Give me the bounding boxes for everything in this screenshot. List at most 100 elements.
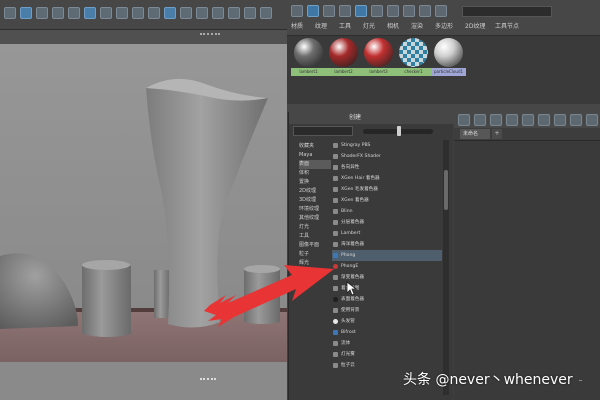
node-list-item[interactable]: 流体 xyxy=(332,338,442,349)
category-item[interactable]: 其他纹理 xyxy=(299,214,331,223)
list-view-icon[interactable] xyxy=(419,5,431,17)
graph-icon[interactable] xyxy=(291,5,303,17)
node-list-item[interactable]: ShaderFX Shader xyxy=(332,151,442,162)
category-item[interactable]: Maya xyxy=(299,151,331,160)
node-list-item[interactable]: 各向异性 xyxy=(332,162,442,173)
cylinder-object[interactable] xyxy=(82,262,131,338)
node-label: 头发管 xyxy=(341,319,355,324)
node-list-item[interactable]: Stingray PBS xyxy=(332,140,442,151)
graph-snap-icon[interactable] xyxy=(570,114,582,126)
node-list-item[interactable]: Lambert xyxy=(332,228,442,239)
tab-utilities[interactable]: 工具 xyxy=(339,22,351,32)
gamma-icon[interactable] xyxy=(212,7,224,19)
bookmark-icon[interactable] xyxy=(339,5,351,17)
tab-polygons[interactable]: 多边形 xyxy=(435,22,453,32)
category-item[interactable]: 环境纹理 xyxy=(299,205,331,214)
isolate-icon[interactable] xyxy=(132,7,144,19)
node-list-item[interactable]: 头发管 xyxy=(332,316,442,327)
hypershade-search-field[interactable] xyxy=(462,6,552,17)
tab-lights[interactable]: 灯光 xyxy=(363,22,375,32)
lighting-icon[interactable] xyxy=(100,7,112,19)
shader-node-icon xyxy=(333,187,338,192)
texture-icon[interactable] xyxy=(84,7,96,19)
viewport-settings-icon[interactable] xyxy=(260,7,272,19)
material-swatch[interactable]: lambert1 xyxy=(291,36,326,76)
create-filter-input[interactable] xyxy=(293,126,353,136)
category-item[interactable]: 工具 xyxy=(299,232,331,241)
input-output-icon[interactable] xyxy=(355,5,367,17)
node-list-item[interactable]: 灯光雾 xyxy=(332,349,442,360)
category-item[interactable]: 体积 xyxy=(299,169,331,178)
node-list-item[interactable]: 海洋着色器 xyxy=(332,239,442,250)
graph-settings-icon[interactable] xyxy=(586,114,598,126)
floor-shadow xyxy=(0,362,287,400)
tab-cameras[interactable]: 相机 xyxy=(387,22,399,32)
tab-materials[interactable]: 材质 xyxy=(291,22,303,32)
node-list-item[interactable]: 使用背景 xyxy=(332,305,442,316)
node-list-item[interactable]: PhongE xyxy=(332,261,442,272)
category-item[interactable]: 灯光 xyxy=(299,223,331,232)
material-swatch[interactable]: lambert2 xyxy=(326,36,361,76)
resolution-gate-icon[interactable] xyxy=(164,7,176,19)
node-label: PhongE xyxy=(341,264,359,269)
select-tool-icon[interactable] xyxy=(4,7,16,19)
category-item[interactable]: 图像平面 xyxy=(299,241,331,250)
material-ball xyxy=(434,38,463,67)
safe-action-icon[interactable] xyxy=(196,7,208,19)
node-graph-canvas[interactable] xyxy=(454,140,600,400)
tab-textures[interactable]: 纹理 xyxy=(315,22,327,32)
node-list-item[interactable]: XGen 毛发着色器 xyxy=(332,184,442,195)
camera-icon[interactable] xyxy=(20,7,32,19)
graph-clear-icon[interactable] xyxy=(506,114,518,126)
node-list-item[interactable]: Bifrost xyxy=(332,327,442,338)
render-view-icon[interactable] xyxy=(307,5,319,17)
tab-utility-nodes[interactable]: 工具节点 xyxy=(495,22,519,32)
graph-marker-icon xyxy=(579,380,582,381)
node-list-item[interactable]: Phong xyxy=(332,250,442,261)
graph-grid-icon[interactable] xyxy=(554,114,566,126)
smooth-shade-icon[interactable] xyxy=(68,7,80,19)
graph-layout-icon[interactable] xyxy=(522,114,534,126)
material-swatch[interactable]: particleCloud1 xyxy=(431,36,466,76)
xray-icon[interactable] xyxy=(148,7,160,19)
node-list-item[interactable]: Blinn xyxy=(332,206,442,217)
wireframe-icon[interactable] xyxy=(52,7,64,19)
node-list-scrollbar[interactable] xyxy=(443,140,449,395)
graph-output-icon[interactable] xyxy=(474,114,486,126)
dome-object[interactable] xyxy=(0,253,78,329)
film-gate-icon[interactable] xyxy=(180,7,192,19)
node-list-item[interactable]: XGen 着色器 xyxy=(332,195,442,206)
icon-size-slider-handle[interactable] xyxy=(397,126,401,136)
layout-icon[interactable] xyxy=(323,5,335,17)
category-item[interactable]: 收藏夹 xyxy=(299,142,331,151)
grid-icon[interactable] xyxy=(36,7,48,19)
rearrange-icon[interactable] xyxy=(387,5,399,17)
3d-viewport[interactable] xyxy=(0,0,287,400)
graph-frame-icon[interactable] xyxy=(538,114,550,126)
material-swatch[interactable]: lambert3 xyxy=(361,36,396,76)
category-item[interactable]: 2D纹理 xyxy=(299,187,331,196)
node-list-item[interactable]: 分层着色器 xyxy=(332,217,442,228)
category-item[interactable]: 表面 xyxy=(299,160,331,169)
shadow-icon[interactable] xyxy=(116,7,128,19)
exposure-icon[interactable] xyxy=(228,7,240,19)
small-cylinder-object[interactable] xyxy=(154,270,170,318)
color-management-icon[interactable] xyxy=(244,7,256,19)
graph-input-icon[interactable] xyxy=(458,114,470,126)
graph-both-icon[interactable] xyxy=(490,114,502,126)
scrollbar-thumb[interactable] xyxy=(444,170,448,210)
swatch-icon[interactable] xyxy=(403,5,415,17)
add-tab-button[interactable]: + xyxy=(492,129,502,139)
panel-grip-icon[interactable] xyxy=(200,33,220,39)
graph-tab-untitled[interactable]: 未命名 xyxy=(460,129,490,139)
sort-icon[interactable] xyxy=(435,5,447,17)
category-item[interactable]: 3D纹理 xyxy=(299,196,331,205)
tab-rendering[interactable]: 渲染 xyxy=(411,22,423,32)
material-swatch[interactable]: checker1 xyxy=(396,36,431,76)
node-list-item[interactable]: XGen Hair 着色器 xyxy=(332,173,442,184)
panel-separator[interactable] xyxy=(287,104,600,112)
category-item[interactable]: 置换 xyxy=(299,178,331,187)
tab-2d-textures[interactable]: 2D纹理 xyxy=(465,22,485,32)
clear-graph-icon[interactable] xyxy=(371,5,383,17)
viewport-grip-icon[interactable] xyxy=(200,378,216,382)
